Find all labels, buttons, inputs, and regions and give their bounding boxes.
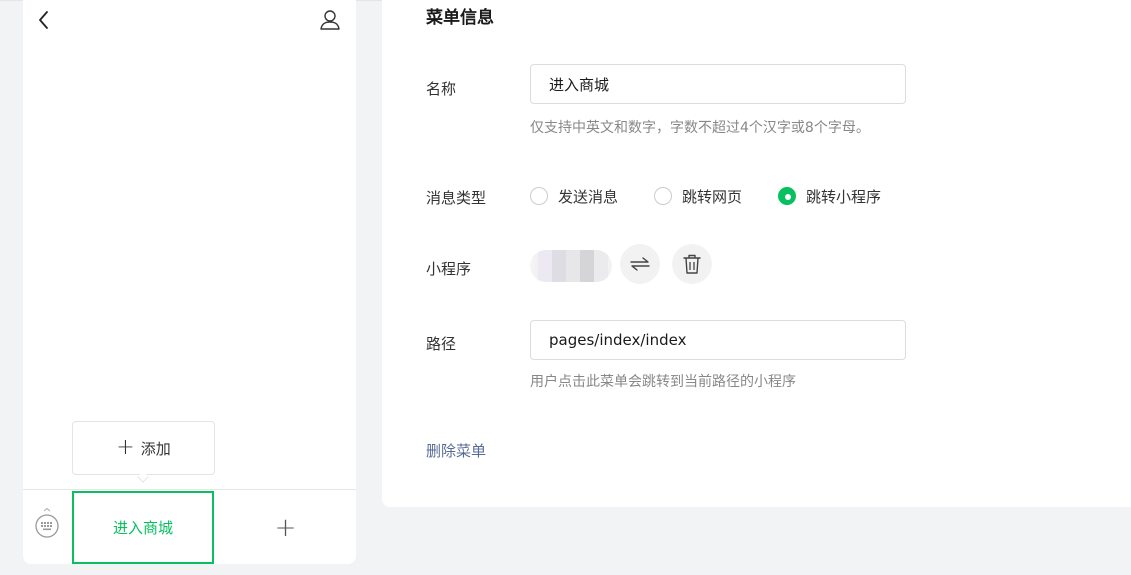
panel-title: 菜单信息 xyxy=(426,8,494,28)
radio-circle-checked xyxy=(778,187,797,205)
trash-icon xyxy=(683,254,701,274)
mini-program-label: 小程序 xyxy=(426,260,472,278)
user-icon[interactable] xyxy=(319,9,341,31)
add-submenu-button[interactable]: + 添加 xyxy=(72,421,215,475)
menu-info-panel: 菜单信息 名称 仅支持中英文和数字，字数不超过4个汉字或8个字母。 消息类型 发… xyxy=(382,0,1131,507)
radio-label: 发送消息 xyxy=(558,187,619,206)
path-hint: 用户点击此菜单会跳转到当前路径的小程序 xyxy=(530,374,796,390)
plus-icon: + xyxy=(116,435,135,460)
radio-circle xyxy=(530,187,548,205)
name-hint: 仅支持中英文和数字，字数不超过4个汉字或8个字母。 xyxy=(530,120,870,136)
mini-program-avatar-blurred xyxy=(530,250,612,282)
delete-menu-link[interactable]: 删除菜单 xyxy=(426,440,486,461)
phone-preview: + 添加 进入商城 + xyxy=(23,0,356,564)
chevron-left-icon[interactable] xyxy=(35,9,53,31)
message-type-radio-group: 发送消息 跳转网页 跳转小程序 xyxy=(530,185,917,207)
message-type-label: 消息类型 xyxy=(426,189,487,207)
radio-circle xyxy=(654,187,673,205)
radio-open-mini-program[interactable]: 跳转小程序 xyxy=(778,186,881,207)
name-label: 名称 xyxy=(426,80,457,98)
radio-label: 跳转小程序 xyxy=(806,187,882,206)
menu-tab-enter-mall[interactable]: 进入商城 xyxy=(72,491,214,564)
path-label: 路径 xyxy=(426,335,457,353)
radio-open-webpage[interactable]: 跳转网页 xyxy=(654,186,742,207)
swap-icon xyxy=(630,257,650,271)
menu-bar: 进入商城 + xyxy=(23,489,356,564)
plus-icon: + xyxy=(274,512,297,543)
path-input[interactable] xyxy=(530,320,906,360)
add-submenu-label: 添加 xyxy=(140,439,171,458)
add-menu-button[interactable]: + xyxy=(215,491,356,564)
name-input[interactable] xyxy=(530,64,906,104)
swap-mini-program-button[interactable] xyxy=(620,244,660,284)
radio-send-message[interactable]: 发送消息 xyxy=(530,186,618,207)
keyboard-icon[interactable] xyxy=(34,507,60,541)
radio-label: 跳转网页 xyxy=(682,187,743,206)
menu-tab-label: 进入商城 xyxy=(112,519,173,537)
delete-mini-program-button[interactable] xyxy=(672,244,712,284)
